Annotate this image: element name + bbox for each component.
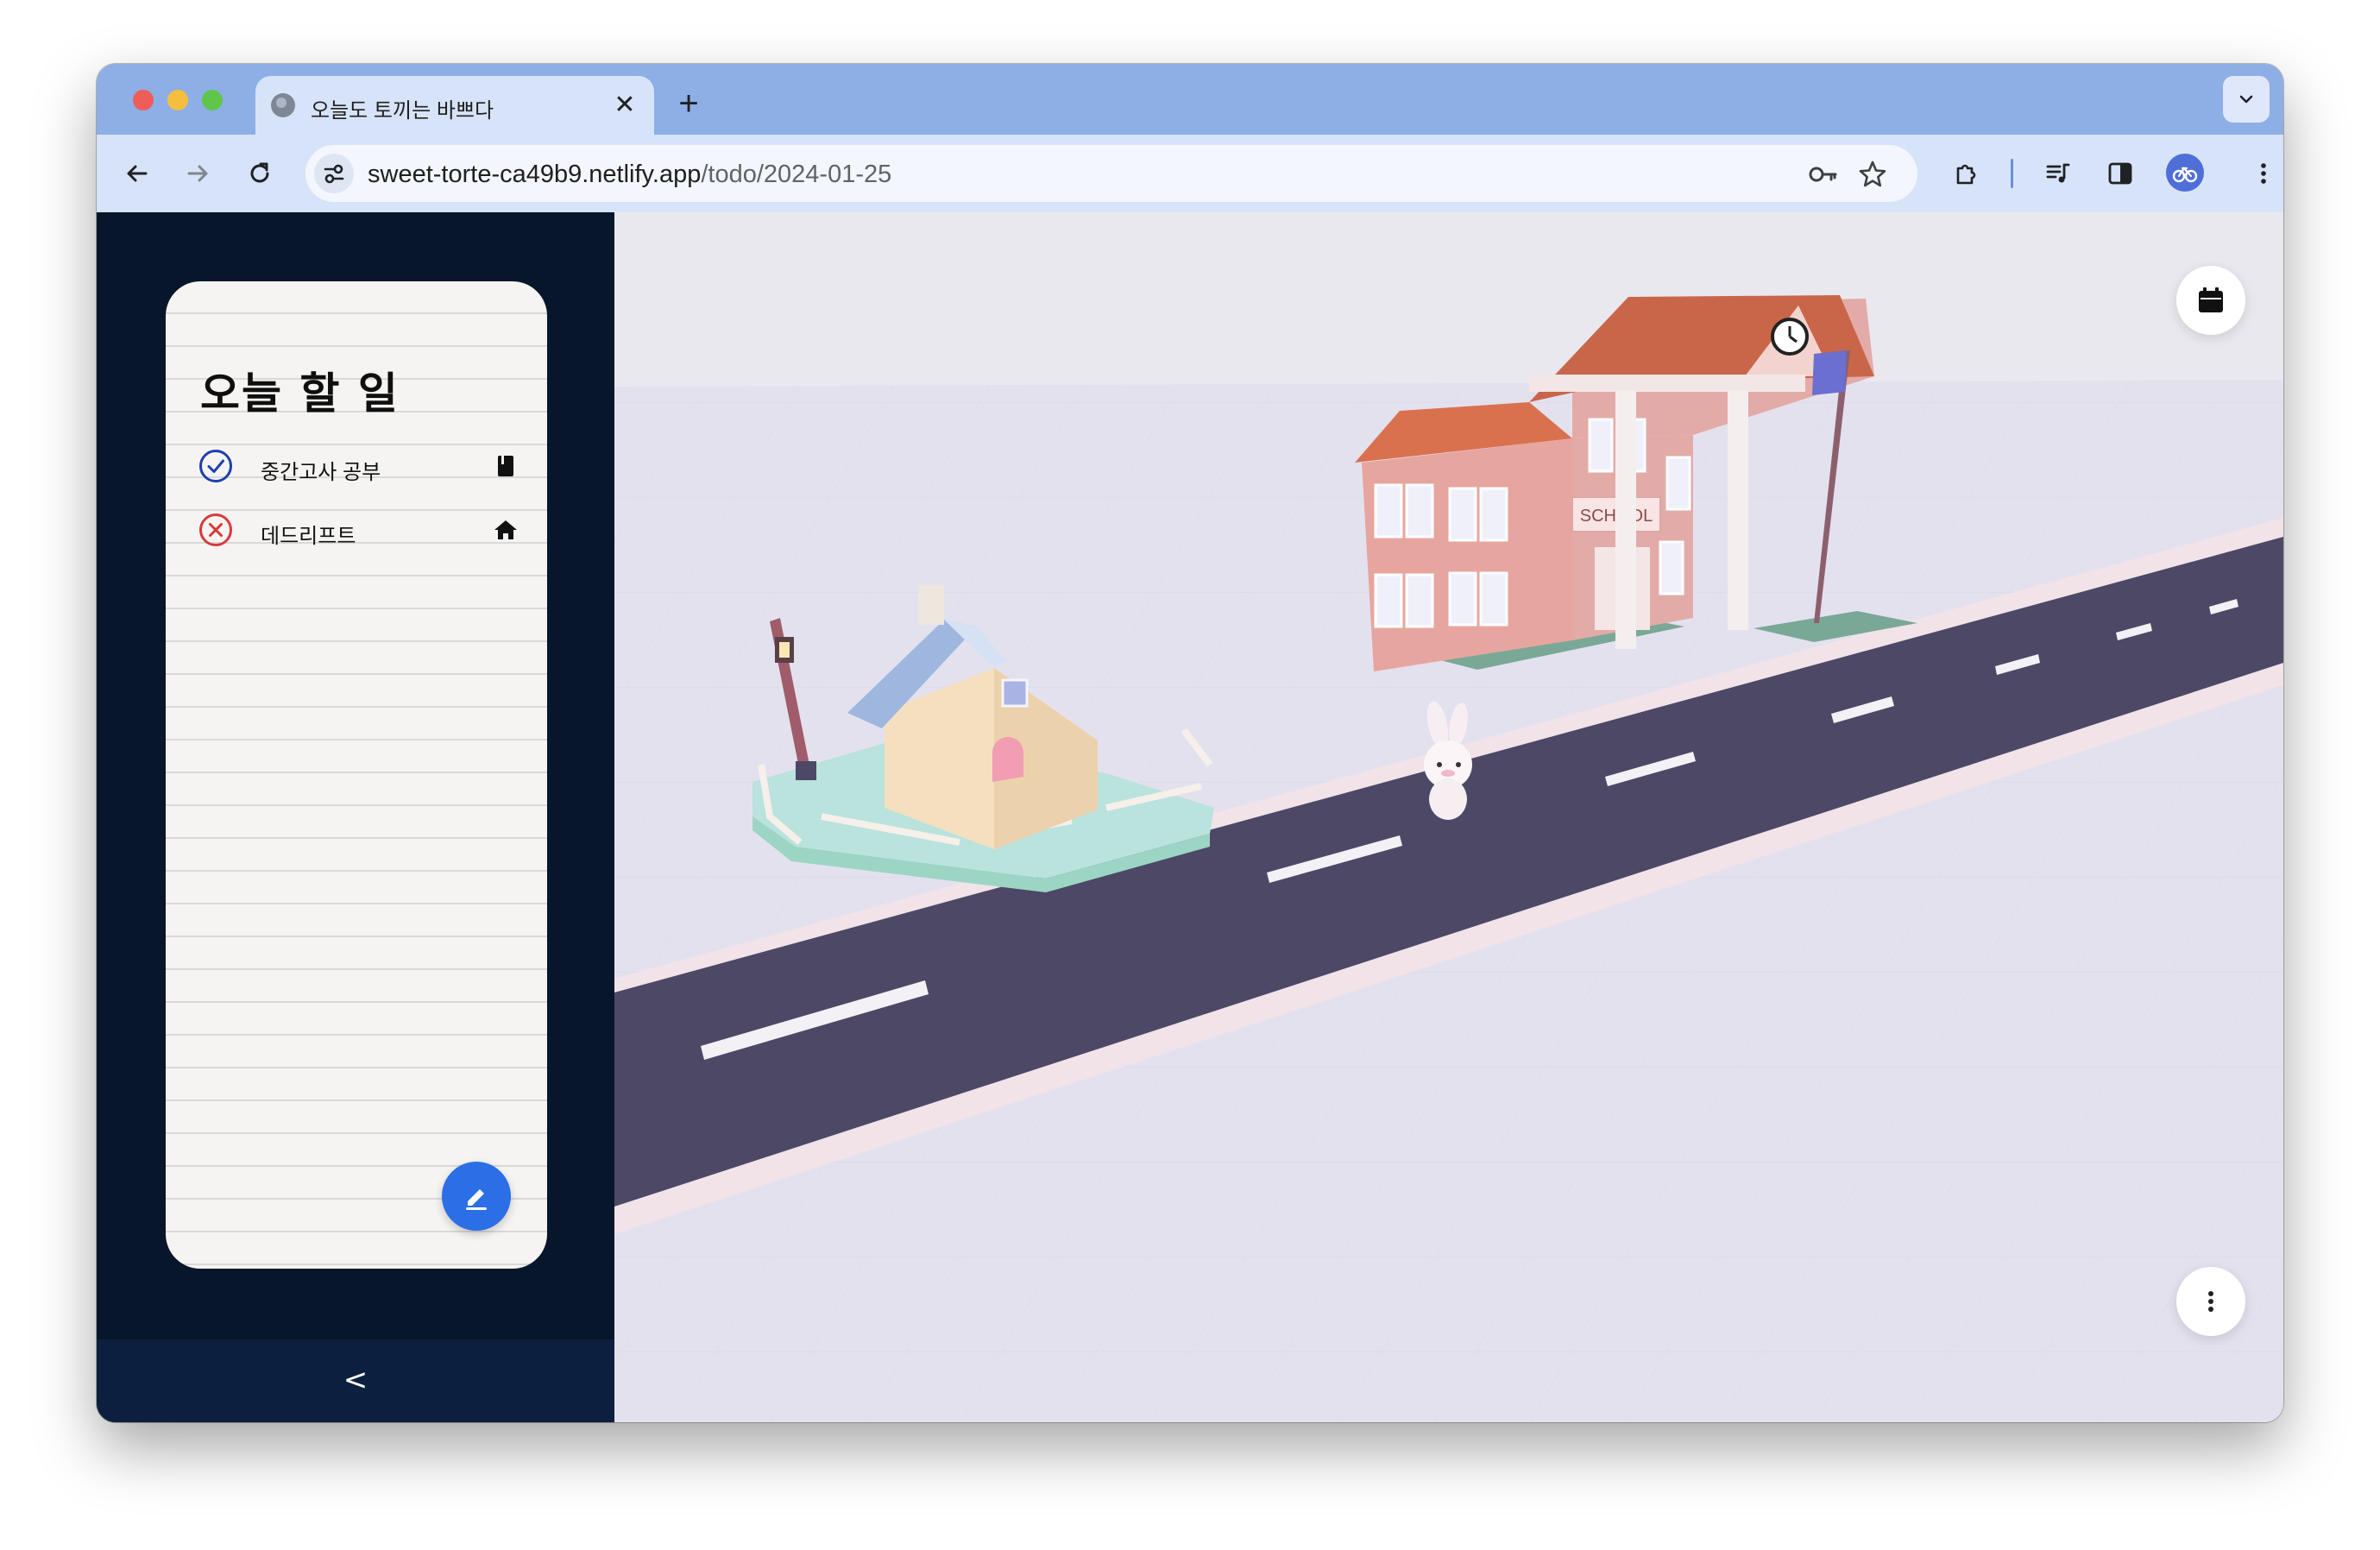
queue-music-icon [2046,163,2070,183]
tab-search-button[interactable] [2223,76,2270,123]
bicycle-avatar-icon [2172,167,2198,183]
side-panel-icon [2108,162,2132,185]
pencil-icon [466,1189,487,1210]
site-info-button[interactable] [314,154,354,193]
todo-item[interactable]: 중간고사 공부 [198,442,518,490]
check-circle-icon[interactable] [198,449,233,483]
address-bar[interactable]: sweet-torte-ca49b9.netlify.app/todo/2024… [305,145,1917,202]
side-panel-button[interactable] [2100,154,2140,193]
todo-notepad: 오늘 할 일 중간고사 공부 데드리프트 [166,281,547,1269]
scene-canvas: SCHOOL [614,295,2283,1422]
arrow-right-icon [187,165,208,182]
reload-icon [250,162,269,183]
browser-menu-button[interactable] [2244,154,2283,193]
globe-icon [271,93,295,117]
key-icon[interactable] [1807,159,1838,190]
todo-sidebar: 오늘 할 일 중간고사 공부 데드리프트 < [97,212,614,1422]
todo-item-text: 중간고사 공부 [261,461,381,484]
todo-item-text: 데드리프트 [261,525,356,548]
media-controls-button[interactable] [2038,154,2078,193]
chevron-down-icon [2239,95,2253,104]
forward-button[interactable] [178,154,217,193]
close-window-button[interactable] [133,90,154,110]
book-icon [498,456,513,476]
extensions-button[interactable] [1947,154,1986,193]
x-circle-icon[interactable] [198,513,233,547]
todo-title: 오늘 할 일 [200,369,400,419]
reload-button[interactable] [240,154,280,193]
tab-title: 오늘도 토끼는 바쁘다 [311,99,494,123]
edit-todo-button[interactable] [442,1162,511,1231]
puzzle-icon [1956,164,1976,185]
bookmark-star-icon[interactable] [1857,159,1888,190]
town-3d-scene[interactable]: SCHOOL [614,212,2283,1422]
sidebar-footer: < [97,1339,614,1422]
maximize-window-button[interactable] [202,90,223,110]
more-vert-icon [2261,163,2266,184]
url-path: /todo/2024-01-25 [701,161,892,188]
browser-window: 오늘도 토끼는 바쁘다 ✕ + sweet-torte-ca49b9.netli… [97,64,2283,1422]
arrow-left-icon [127,165,148,182]
toolbar-divider [2011,159,2013,188]
back-button[interactable] [117,154,157,193]
more-vert-icon [2208,1291,2213,1312]
minimize-window-button[interactable] [167,90,188,110]
calendar-button[interactable] [2176,266,2245,335]
browser-tab[interactable]: 오늘도 토끼는 바쁘다 ✕ [255,76,654,135]
collapse-sidebar-button[interactable]: < [334,1358,377,1402]
calendar-icon [2199,287,2223,312]
tab-bar: 오늘도 토끼는 바쁘다 ✕ + [97,64,2283,135]
browser-toolbar: sweet-torte-ca49b9.netlify.app/todo/2024… [97,135,2283,214]
profile-avatar[interactable] [2166,154,2204,192]
new-tab-button[interactable]: + [670,86,708,124]
url-host: sweet-torte-ca49b9.netlify.app [368,161,702,188]
todo-item[interactable]: 데드리프트 [198,506,518,554]
close-tab-icon[interactable]: ✕ [606,86,644,124]
page-content: 오늘 할 일 중간고사 공부 데드리프트 < [97,212,2283,1422]
home-icon [494,520,517,539]
url-text[interactable]: sweet-torte-ca49b9.netlify.app/todo/2024… [368,161,891,189]
tune-icon [324,164,344,184]
more-options-button[interactable] [2176,1267,2245,1336]
